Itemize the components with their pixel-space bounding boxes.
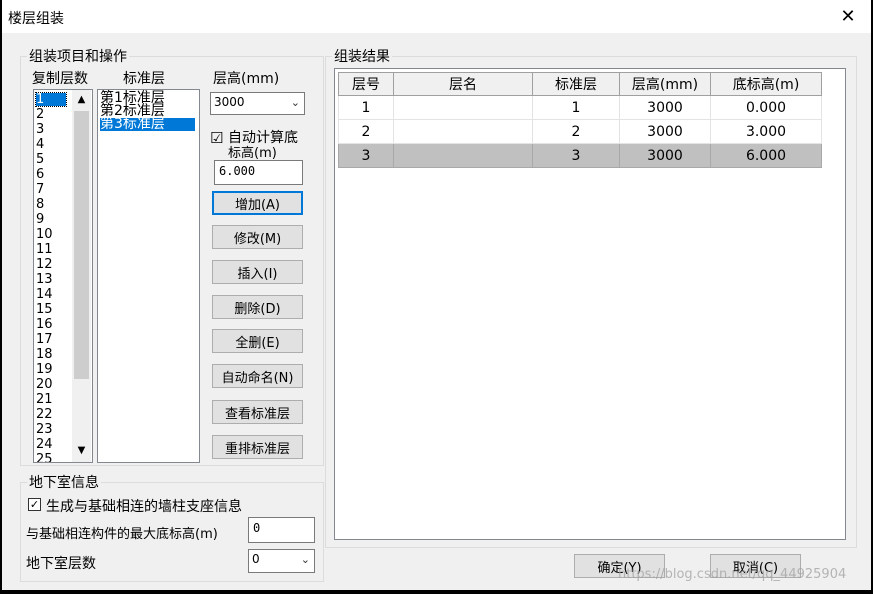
copy-count-item[interactable]: 11 — [36, 243, 53, 256]
close-button[interactable]: ✕ — [825, 0, 871, 33]
floor-height-value: 3000 — [214, 95, 245, 109]
chevron-up-icon[interactable]: ▲ — [72, 94, 91, 105]
column-header[interactable]: 层名 — [393, 72, 533, 96]
table-cell: 3000 — [619, 119, 711, 144]
view-standard-floor-button[interactable]: 查看标准层 — [212, 400, 303, 424]
gen-support-label: 生成与基础相连的墙柱支座信息 — [46, 499, 242, 515]
chevron-down-icon: ⌄ — [290, 96, 300, 109]
result-header-row: 层号 层名 标准层 层高(mm) 底标高(m) — [338, 72, 822, 96]
reorder-standard-floor-button[interactable]: 重排标准层 — [212, 435, 303, 459]
table-cell — [393, 95, 533, 120]
copy-count-item[interactable]: 3 — [36, 123, 44, 136]
copy-count-item[interactable]: 19 — [36, 363, 53, 376]
table-cell: 0.000 — [710, 95, 822, 120]
table-cell: 1 — [338, 95, 394, 120]
auto-calc-checkbox[interactable]: ☑ — [210, 129, 223, 147]
basement-count-value: 0 — [252, 552, 260, 566]
copy-count-item[interactable]: 18 — [36, 348, 53, 361]
delete-button[interactable]: 删除(D) — [212, 295, 303, 319]
auto-name-button[interactable]: 自动命名(N) — [212, 364, 303, 388]
chevron-down-icon[interactable]: ▼ — [72, 445, 91, 456]
max-elevation-input[interactable]: 0 — [248, 517, 315, 543]
copy-count-item[interactable]: 8 — [36, 198, 44, 211]
table-cell — [393, 143, 533, 168]
table-cell: 3.000 — [710, 119, 822, 144]
copy-count-item[interactable]: 21 — [36, 393, 53, 406]
table-cell: 2 — [338, 119, 394, 144]
copy-count-item[interactable]: 7 — [36, 183, 44, 196]
title-bar: 楼层组装 ✕ — [2, 0, 871, 33]
table-row[interactable]: 3 3 3000 6.000 — [338, 143, 822, 168]
scroll-thumb[interactable] — [74, 111, 89, 379]
insert-button[interactable]: 插入(I) — [212, 260, 303, 284]
table-row[interactable]: 2 2 3000 3.000 — [338, 119, 822, 144]
table-cell: 3 — [338, 143, 394, 168]
copy-count-item[interactable]: 25 — [36, 453, 53, 462]
watermark: https://blog.csdn.net/qq_44925904 — [618, 567, 847, 582]
copy-count-item[interactable]: 13 — [36, 273, 53, 286]
copy-count-item[interactable]: 9 — [36, 213, 44, 226]
add-button[interactable]: 增加(A) — [212, 191, 303, 215]
assembly-result-legend: 组装结果 — [334, 49, 390, 65]
column-header[interactable]: 层高(mm) — [619, 72, 711, 96]
standard-floor-item[interactable]: 第3标准层 — [100, 117, 195, 131]
result-table: 层号 层名 标准层 层高(mm) 底标高(m) 1 1 3000 0.000 2 2 3000 3.0… — [338, 72, 822, 168]
copy-count-list[interactable]: 1 2 3 4 5 6 7 8 9 10 11 12 13 14 15 16 17 18 19 20 21 22 23 24 2… — [33, 89, 93, 463]
floor-height-label: 层高(mm) — [213, 71, 280, 87]
copy-count-item[interactable]: 5 — [36, 153, 44, 166]
auto-calc-label-2: 标高(m) — [228, 146, 277, 161]
result-body: 1 1 3000 0.000 2 2 3000 3.000 3 3 3000 6.000 — [338, 95, 822, 168]
table-cell: 2 — [532, 119, 620, 144]
floor-assembly-dialog: 楼层组装 ✕ 组装项目和操作 复制层数 标准层 层高(mm) 123456789… — [2, 0, 871, 590]
table-cell: 3000 — [619, 95, 711, 120]
table-cell: 3 — [532, 143, 620, 168]
copy-count-item[interactable]: 2 — [36, 108, 44, 121]
table-row[interactable]: 1 1 3000 0.000 — [338, 95, 822, 120]
basement-legend: 地下室信息 — [29, 475, 99, 491]
table-cell: 6.000 — [710, 143, 822, 168]
copy-count-item[interactable]: 12 — [36, 258, 53, 271]
copy-count-item[interactable]: 22 — [36, 408, 53, 421]
max-elevation-label: 与基础相连构件的最大底标高(m) — [26, 527, 218, 542]
table-cell — [393, 119, 533, 144]
copy-count-item[interactable]: 4 — [36, 138, 44, 151]
close-icon: ✕ — [840, 6, 856, 27]
column-header[interactable]: 底标高(m) — [710, 72, 822, 96]
copy-count-item[interactable]: 15 — [36, 303, 53, 316]
assembly-result-grid[interactable]: 层号 层名 标准层 层高(mm) 底标高(m) 1 1 3000 0.000 2 2 3000 3.0… — [334, 68, 846, 540]
table-cell: 1 — [532, 95, 620, 120]
window-title: 楼层组装 — [8, 11, 64, 27]
base-elevation-input[interactable]: 6.000 — [214, 160, 303, 185]
basement-count-label: 地下室层数 — [26, 556, 96, 572]
copy-count-item[interactable]: 16 — [36, 318, 53, 331]
standard-floor-label: 标准层 — [123, 71, 165, 87]
copy-count-scrollbar[interactable]: ▲ ▼ — [72, 90, 91, 462]
copy-count-item[interactable]: 24 — [36, 438, 53, 451]
table-cell: 3000 — [619, 143, 711, 168]
chevron-down-icon: ⌄ — [300, 553, 310, 566]
basement-count-select[interactable]: 0 ⌄ — [248, 549, 315, 573]
standard-floor-list[interactable]: 第1标准层 第2标准层 第3标准层 — [97, 89, 200, 463]
floor-height-select[interactable]: 3000 ⌄ — [210, 92, 305, 115]
copy-count-item[interactable]: 10 — [36, 228, 53, 241]
column-header[interactable]: 层号 — [338, 72, 394, 96]
copy-count-item[interactable]: 17 — [36, 333, 53, 346]
column-header[interactable]: 标准层 — [532, 72, 620, 96]
copy-count-item[interactable]: 23 — [36, 423, 53, 436]
gen-support-checkbox[interactable]: ✓ — [28, 498, 41, 511]
copy-count-item[interactable]: 6 — [36, 168, 44, 181]
assembly-ops-legend: 组装项目和操作 — [29, 49, 127, 65]
copy-count-item[interactable]: 14 — [36, 288, 53, 301]
copy-count-item[interactable]: 1 — [35, 92, 67, 107]
delete-all-button[interactable]: 全删(E) — [212, 329, 303, 353]
copy-count-label: 复制层数 — [32, 71, 88, 87]
copy-count-item[interactable]: 20 — [36, 378, 53, 391]
modify-button[interactable]: 修改(M) — [212, 225, 303, 249]
